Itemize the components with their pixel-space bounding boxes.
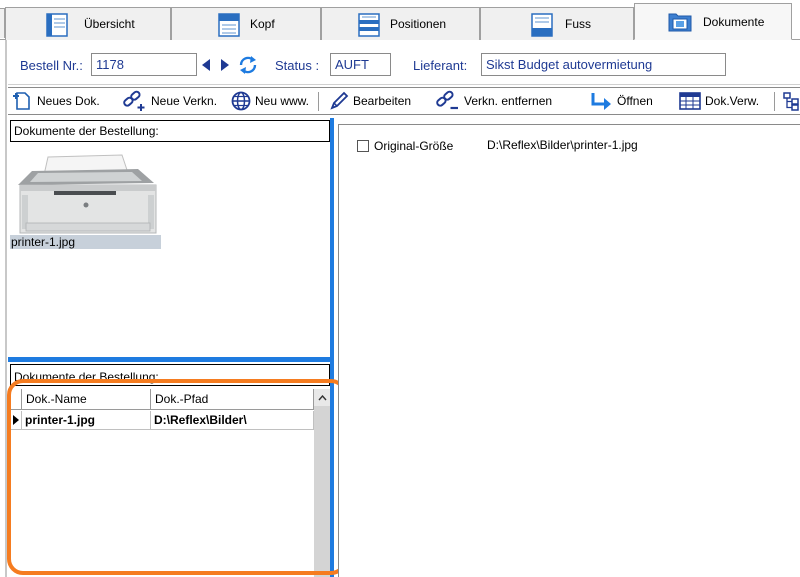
previous-arrow-icon[interactable] (200, 58, 212, 72)
remove-link-label: Verkn. entfernen (464, 94, 553, 108)
thumbnail-caption: printer-1.jpg (10, 235, 161, 249)
status-label: Status : (275, 58, 320, 73)
tab-overview-label: Übersicht (84, 17, 135, 31)
status-field[interactable]: AUFT (330, 53, 391, 76)
tab-footer[interactable]: Fuss (480, 7, 634, 40)
tab-documents[interactable]: Dokumente (634, 3, 792, 40)
tab-documents-label: Dokumente (703, 15, 765, 29)
tab-positions-label: Positionen (390, 17, 447, 31)
remove-link-button[interactable]: Verkn. entfernen (435, 88, 552, 114)
globe-icon (231, 91, 251, 111)
printer-image (10, 145, 161, 237)
new-document-label: Neues Dok. (37, 94, 100, 108)
horizontal-splitter[interactable] (8, 357, 334, 362)
tab-footer-label: Fuss (565, 17, 592, 31)
tree-structure-icon (783, 92, 799, 111)
overview-icon (46, 13, 68, 37)
documents-icon (668, 13, 692, 32)
open-button[interactable]: Öffnen (588, 88, 653, 114)
document-management-label: Dok.Verw. (705, 94, 760, 108)
tab-header[interactable]: Kopf (171, 7, 321, 40)
open-label: Öffnen (617, 94, 653, 108)
next-arrow-icon[interactable] (219, 58, 231, 72)
new-link-button[interactable]: Neue Verkn. (122, 88, 217, 114)
thumbnails-title-box: Dokumente der Bestellung: (10, 120, 330, 142)
thumbnails-panel-title: Dokumente der Bestellung: (14, 124, 159, 138)
preview-panel (338, 124, 800, 577)
toolbar-separator (318, 92, 319, 111)
tab-header-label: Kopf (250, 17, 275, 31)
toolbar-separator (774, 92, 775, 111)
refresh-icon[interactable] (236, 54, 260, 76)
tab-overview[interactable]: Übersicht (5, 7, 171, 40)
document-management-button[interactable]: Dok.Verw. (678, 88, 759, 114)
order-number-field[interactable]: 1178 (91, 53, 197, 76)
new-www-label: Neu www. (255, 94, 310, 108)
supplier-field[interactable]: Sikst Budget autovermietung (481, 53, 726, 76)
new-link-label: Neue Verkn. (151, 94, 218, 108)
structure-button[interactable] (782, 88, 800, 114)
original-size-label: Original-Größe (374, 139, 454, 153)
new-document-button[interactable]: Neues Dok. (12, 88, 100, 114)
header-separator (8, 84, 800, 85)
highlight-annotation (7, 379, 347, 575)
footer-icon (531, 13, 553, 37)
order-number-label: Bestell Nr.: (20, 58, 83, 73)
remove-link-icon (436, 90, 458, 110)
pencil-icon (330, 91, 349, 110)
preview-file-path: D:\Reflex\Bilder\printer-1.jpg (487, 138, 638, 152)
new-link-icon (123, 90, 145, 111)
toolbar: Neues Dok. Neue Verkn. Neu www. Bearbeit… (8, 87, 800, 115)
new-document-icon (13, 92, 30, 110)
edit-label: Bearbeiten (353, 94, 412, 108)
table-icon (679, 92, 701, 110)
edit-button[interactable]: Bearbeiten (328, 88, 411, 114)
header-icon (218, 13, 240, 37)
tab-positions[interactable]: Positionen (321, 7, 480, 40)
positions-icon (358, 13, 380, 37)
original-size-checkbox[interactable] (357, 140, 369, 152)
supplier-label: Lieferant: (413, 58, 468, 73)
new-www-button[interactable]: Neu www. (230, 88, 309, 114)
open-arrow-icon (591, 93, 611, 110)
